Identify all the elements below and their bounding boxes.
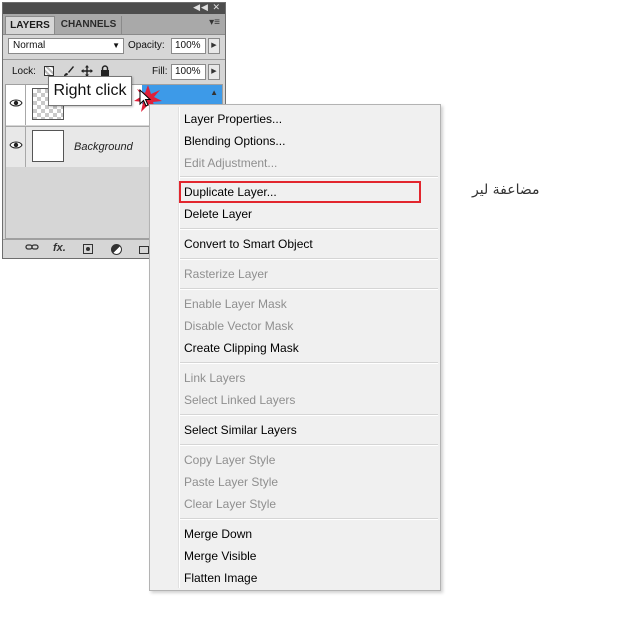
menu-item-link-layers: Link Layers [184, 371, 246, 385]
mask-icon[interactable] [83, 244, 93, 254]
visibility-toggle[interactable] [6, 85, 26, 125]
menu-separator [180, 258, 438, 260]
tab-layers[interactable]: LAYERS [5, 16, 55, 34]
lock-label: Lock: [12, 66, 36, 77]
scroll-up-icon[interactable]: ▲ [210, 88, 218, 97]
panel-titlebar: ◀◀ ✕ [3, 2, 225, 14]
panel-menu-icon[interactable]: ▾≡ [209, 17, 220, 28]
menu-item-copy-layer-style: Copy Layer Style [184, 453, 276, 467]
menu-item-select-linked-layers: Select Linked Layers [184, 393, 296, 407]
menu-separator [180, 228, 438, 230]
fill-stepper[interactable]: ▶ [208, 64, 220, 80]
fill-label: Fill: [152, 66, 168, 77]
tab-channels[interactable]: CHANNELS [56, 16, 122, 34]
menu-separator [180, 414, 438, 416]
link-icon[interactable] [25, 242, 39, 255]
blend-mode-value: Normal [13, 40, 46, 51]
visibility-toggle[interactable] [6, 127, 26, 167]
opacity-stepper[interactable]: ▶ [208, 38, 220, 54]
panel-window-controls[interactable]: ◀◀ ✕ [193, 2, 221, 13]
menu-item-blending-options[interactable]: Blending Options... [184, 130, 285, 152]
eye-icon [9, 141, 23, 149]
blend-mode-select[interactable]: Normal ▼ [8, 38, 124, 54]
opacity-label: Opacity: [128, 40, 165, 51]
layer-name[interactable]: Background [74, 141, 133, 153]
menu-item-rasterize-layer: Rasterize Layer [184, 267, 269, 281]
menu-separator [180, 176, 438, 178]
right-click-callout: Right click [48, 76, 132, 106]
menu-item-clear-layer-style: Clear Layer Style [184, 497, 277, 511]
group-icon[interactable] [139, 246, 149, 254]
adjustment-icon[interactable] [111, 244, 122, 255]
layer-name[interactable]: Layer 1 [70, 105, 107, 117]
menu-separator [180, 444, 438, 446]
layer-thumbnail [32, 130, 64, 162]
menu-item-flatten-image[interactable]: Flatten Image [184, 567, 257, 589]
menu-item-select-similar-layers[interactable]: Select Similar Layers [184, 419, 297, 441]
menu-item-disable-vector-mask: Disable Vector Mask [184, 319, 294, 333]
menu-gutter [179, 107, 180, 588]
menu-item-convert-to-smart-object[interactable]: Convert to Smart Object [184, 233, 313, 255]
menu-item-merge-visible[interactable]: Merge Visible [184, 545, 256, 567]
menu-item-paste-layer-style: Paste Layer Style [184, 475, 279, 489]
menu-separator [180, 362, 438, 364]
panel-tab-bar: LAYERS CHANNELS ▾≡ [3, 14, 225, 35]
chevron-down-icon: ▼ [112, 41, 120, 50]
menu-item-edit-adjustment: Edit Adjustment... [184, 156, 278, 170]
annotation-duplicate-layer: مضاعفة لير [472, 182, 540, 198]
eye-icon [9, 99, 23, 107]
menu-item-merge-down[interactable]: Merge Down [184, 523, 252, 545]
opacity-input[interactable]: 100% [171, 38, 206, 54]
menu-separator [180, 288, 438, 290]
lock-transparent-pixels-icon[interactable] [44, 66, 54, 76]
fill-input[interactable]: 100% [171, 64, 206, 80]
menu-item-create-clipping-mask[interactable]: Create Clipping Mask [184, 337, 299, 359]
menu-item-enable-layer-mask: Enable Layer Mask [184, 297, 287, 311]
context-menu: Layer Properties... Blending Options... … [149, 104, 441, 591]
menu-item-duplicate-layer[interactable]: Duplicate Layer... [184, 181, 277, 203]
menu-item-delete-layer[interactable]: Delete Layer [184, 203, 252, 225]
fx-icon[interactable]: fx. [53, 242, 66, 254]
menu-separator [180, 518, 438, 520]
menu-item-layer-properties[interactable]: Layer Properties... [184, 108, 282, 130]
divider [3, 59, 225, 60]
